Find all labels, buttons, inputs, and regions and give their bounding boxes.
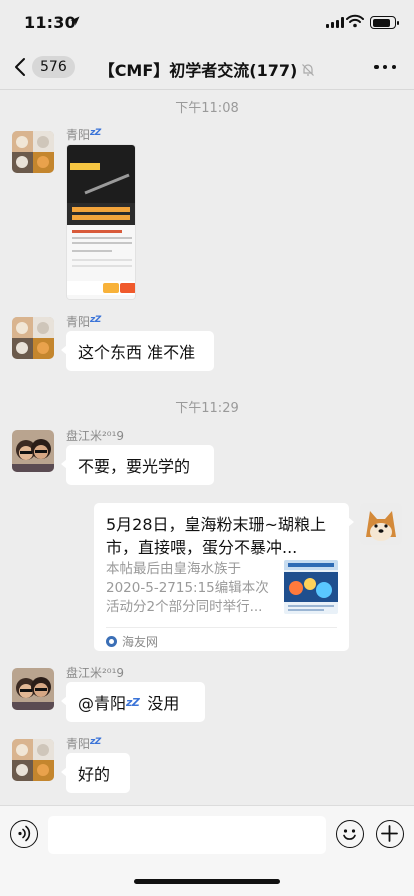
- message-text: 不要，要光学的: [78, 457, 191, 476]
- message-text: 没用: [147, 694, 180, 713]
- coral-reef-thumbnail-image: [284, 560, 338, 614]
- shiba-dog-avatar-icon: [360, 503, 402, 545]
- divider: [106, 627, 337, 628]
- link-card-title: 5月28日，皇海粉末珊~瑚粮上市，直接喂，蛋分不暴冲...: [106, 515, 326, 557]
- link-card-message[interactable]: 5月28日，皇海粉末珊~瑚粮上市，直接喂，蛋分不暴冲... 本帖最后由皇海水族于…: [94, 503, 354, 651]
- link-card-description: 本帖最后由皇海水族于2020-5-2715:15编辑本次活动分2个部分同时举行.…: [106, 561, 269, 615]
- mention-text: @青阳: [78, 694, 127, 713]
- sleep-zzz-icon: zZ: [90, 737, 101, 747]
- mute-bell-icon: [302, 64, 315, 76]
- image-message[interactable]: [66, 144, 136, 300]
- message-text: 好的: [78, 765, 111, 784]
- sender-name: 盘江米²⁰¹9: [66, 429, 125, 443]
- emoji-button[interactable]: [336, 820, 364, 848]
- sender-name: 盘江米²⁰¹9: [66, 666, 125, 680]
- sender-name: 青阳zZ: [66, 315, 101, 329]
- cat-avatar-icon: [12, 739, 54, 781]
- text-message-bubble[interactable]: 不要，要光学的: [61, 445, 214, 485]
- status-time: 11:30: [24, 13, 76, 32]
- link-card-source: 海友网: [106, 633, 158, 650]
- message-input[interactable]: [48, 816, 326, 854]
- avatar-self[interactable]: [360, 503, 402, 545]
- location-arrow-icon: [70, 16, 80, 26]
- cat-avatar-icon: [12, 317, 54, 359]
- chat-title: 【CMF】初学者交流(177): [80, 57, 334, 81]
- more-options-button[interactable]: [374, 58, 396, 76]
- sender-name: 青阳zZ: [66, 737, 101, 751]
- status-bar: 11:30: [0, 0, 414, 44]
- battery-icon: [370, 16, 399, 29]
- couple-photo-avatar-icon: [12, 668, 54, 710]
- message-timestamp: 下午11:29: [175, 401, 239, 416]
- message-timestamp: 下午11:08: [175, 101, 239, 116]
- site-logo-icon: [106, 636, 117, 647]
- smiley-icon: [343, 829, 356, 840]
- voice-wave-icon: [18, 825, 31, 842]
- chat-header: 576 【CMF】初学者交流(177): [0, 44, 414, 90]
- link-card-thumbnail: [284, 560, 338, 614]
- avatar-qingyang[interactable]: [12, 317, 54, 359]
- voice-input-button[interactable]: [10, 820, 38, 848]
- product-screenshot-image: [67, 145, 135, 299]
- sleep-zzz-icon: zZ: [90, 315, 101, 325]
- sleep-zzz-icon: zZ: [90, 128, 101, 138]
- avatar-panjiangmi[interactable]: [12, 668, 54, 710]
- cellular-signal-icon: [326, 17, 344, 28]
- avatar-qingyang[interactable]: [12, 739, 54, 781]
- home-indicator: [134, 879, 280, 884]
- avatar-qingyang[interactable]: [12, 131, 54, 173]
- sender-name: 青阳zZ: [66, 128, 101, 142]
- text-message-bubble[interactable]: 这个东西 准不准: [61, 331, 214, 371]
- more-actions-button[interactable]: [376, 820, 404, 848]
- chevron-left-icon: [15, 58, 25, 76]
- back-button[interactable]: 576: [14, 54, 75, 80]
- wifi-icon: [346, 14, 364, 28]
- unread-count-badge: 576: [32, 56, 75, 78]
- cat-avatar-icon: [12, 131, 54, 173]
- plus-icon: [381, 825, 398, 842]
- couple-photo-avatar-icon: [12, 430, 54, 472]
- text-message-bubble[interactable]: @青阳 zZ 没用: [61, 682, 205, 722]
- message-text: 这个东西 准不准: [78, 343, 196, 362]
- chat-title-text: 【CMF】初学者交流(177): [98, 61, 298, 80]
- text-message-bubble[interactable]: 好的: [61, 753, 130, 793]
- sleep-zzz-icon: zZ: [126, 695, 140, 709]
- avatar-panjiangmi[interactable]: [12, 430, 54, 472]
